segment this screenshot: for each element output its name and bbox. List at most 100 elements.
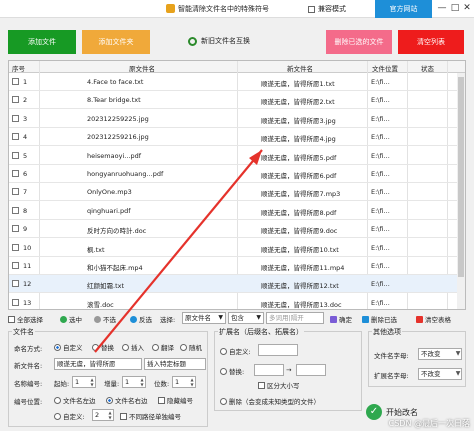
scrollbar-thumb[interactable] (458, 77, 464, 277)
mode-flip-radio[interactable]: 翻译 (152, 342, 174, 352)
compat-checkbox[interactable] (308, 5, 315, 13)
naming-mode-label: 命名方式: (14, 345, 43, 353)
deselect-label: 不选 (103, 316, 116, 324)
cell-location: E:\fi... (371, 206, 390, 215)
cell-new-name: 顺遂无虞，皆得所愿8.pdf (261, 208, 337, 217)
step-stepper[interactable]: 1 ▲ ▼ (122, 376, 146, 388)
ext-find-input[interactable] (254, 364, 284, 376)
digits-stepper[interactable]: 1 ▲ ▼ (172, 376, 196, 388)
table-row[interactable]: 12 红颜如霜.txt 顺遂无虞，皆得所愿12.txt E:\fi... (9, 275, 465, 294)
compat-label: 兼容模式 (318, 5, 346, 13)
table-row[interactable]: 9 反时方向の時計.doc 顺遂无虞，皆得所愿9.doc E:\fi... (9, 220, 465, 239)
table-row[interactable]: 8 qinghuari.pdf 顺遂无虞，皆得所愿8.pdf E:\fi... (9, 202, 465, 220)
compat-mode-toggle[interactable]: 兼容模式 (308, 4, 346, 14)
confirm-button[interactable]: 确定 (330, 314, 352, 324)
table-row[interactable]: 4 202312259216.jpg 顺遂无虞，皆得所愿4.jpg E:\fi... (9, 128, 465, 147)
table-row[interactable]: 7 OnlyOne.mp3 顺遂无虞，皆得所愿7.mp3 E:\fi... (9, 183, 465, 202)
select-all-checkbox[interactable] (8, 315, 15, 323)
select-all-label: 全部选择 (17, 316, 43, 324)
table-row[interactable]: 6 hongyanruohuang...pdf 顺遂无虞，皆得所愿6.pdf E:\f… (9, 165, 465, 183)
cell-new-name: 顺遂无虞，皆得所愿3.jpg (261, 116, 336, 125)
row-checkbox[interactable] (12, 96, 19, 104)
ext-custom-input[interactable] (258, 344, 298, 356)
title-bar: 智能清除文件名中的特殊符号 兼容模式 官方网站 — □ ✕ (0, 0, 474, 18)
close-icon[interactable]: ✕ (461, 2, 473, 14)
maximize-icon[interactable]: □ (449, 2, 461, 14)
minimize-icon[interactable]: — (436, 2, 448, 14)
clear-table-button[interactable]: 清空表格 (416, 314, 451, 324)
ext-custom-radio[interactable]: 自定义: (220, 346, 251, 356)
cell-orig-name: 反时方向の時計.doc (87, 227, 147, 236)
delete-selected-button[interactable]: 删除已选 (362, 314, 397, 324)
mode-replace-radio[interactable]: 替换 (92, 342, 114, 352)
cell-orig-name: 滚雪.doc (87, 300, 114, 309)
add-folder-button[interactable]: 添加文件夹 (82, 30, 150, 54)
start-stepper[interactable]: 1 ▲ ▼ (72, 376, 96, 388)
start-label: 起始: (54, 380, 70, 388)
step-label: 增量: (104, 380, 120, 388)
ext-replace-radio[interactable]: 替换: (220, 366, 244, 376)
delete-icon (362, 315, 369, 323)
delete-selected-files-button[interactable]: 删除已选的文件 (326, 30, 392, 54)
table-row[interactable]: 2 8.Tear bridge.txt 顺遂无虞，皆得所愿2.txt E:\fi... (9, 91, 465, 110)
select-button[interactable]: 选中 (60, 314, 82, 324)
mode-insert-radio[interactable]: 插入 (122, 342, 144, 352)
cell-new-name: 顺遂无虞，皆得所愿7.mp3 (261, 190, 341, 199)
cell-location: E:\fi... (371, 114, 390, 123)
cell-no: 8 (23, 206, 28, 215)
hide-number-checkbox[interactable]: 隐藏编号 (158, 395, 193, 405)
pos-right-radio[interactable]: 文件名右边 (106, 395, 148, 405)
mode-custom-radio[interactable]: 自定义 (54, 342, 83, 352)
invert-button[interactable]: 反选 (130, 314, 152, 324)
row-checkbox[interactable] (12, 280, 19, 288)
cell-new-name: 顺遂无虞，皆得所愿4.jpg (261, 135, 336, 144)
cell-no: 11 (23, 262, 32, 270)
cell-orig-name: 枫.txt (87, 245, 105, 254)
pos-left-radio[interactable]: 文件名左边 (54, 395, 96, 405)
row-checkbox[interactable] (12, 133, 19, 141)
row-checkbox[interactable] (12, 262, 19, 269)
row-checkbox[interactable] (12, 206, 19, 214)
column-select[interactable]: 原文件名 ▼ (182, 312, 226, 324)
table-row[interactable]: 11 和小猫不起床.mp4 顺遂无虞，皆得所愿11.mp4 E:\fi... (9, 257, 465, 275)
table-row[interactable]: 5 heisemaoyi...pdf 顺遂无虞，皆得所愿5.pdf E:\fi... (9, 147, 465, 165)
filter-icon (330, 315, 337, 323)
row-checkbox[interactable] (12, 243, 19, 251)
row-checkbox[interactable] (12, 188, 19, 196)
cell-no: 9 (23, 225, 28, 234)
row-checkbox[interactable] (12, 170, 19, 177)
table-scrollbar[interactable] (457, 73, 465, 309)
add-file-button[interactable]: 添加文件 (8, 30, 76, 54)
select-label: 选中 (69, 316, 82, 324)
name-case-select[interactable]: 不改变 ▼ (418, 348, 462, 360)
custom-pos-stepper[interactable]: 2 ▲ ▼ (92, 409, 114, 421)
match-select[interactable]: 包含 ▼ (228, 312, 264, 324)
ext-case-select[interactable]: 不改变 ▼ (418, 368, 462, 380)
new-name-input[interactable]: 顺遂无虞，皆得所愿 (54, 358, 142, 370)
row-checkbox[interactable] (12, 114, 19, 122)
ext-delete-radio[interactable]: 删除（会变成未知类型的文件） (220, 396, 320, 406)
insert-title-select[interactable]: 插入特定标题 (144, 358, 206, 370)
table-row[interactable]: 10 枫.txt 顺遂无虞，皆得所愿10.txt E:\fi... (9, 239, 465, 257)
row-checkbox[interactable] (12, 298, 19, 306)
pos-custom-radio[interactable]: 自定义: (54, 411, 85, 421)
select-all-toggle[interactable]: 全部选择 (8, 314, 43, 324)
table-row[interactable]: 3 202312259225.jpg 顺遂无虞，皆得所愿3.jpg E:\fi... (9, 110, 465, 128)
row-checkbox[interactable] (12, 78, 19, 85)
swap-names-button[interactable]: 新旧文件名互换 (188, 36, 250, 46)
case-sensitive-checkbox[interactable]: 区分大小写 (258, 380, 300, 390)
deselect-button[interactable]: 不选 (94, 314, 116, 324)
official-site-button[interactable]: 官方网站 (375, 0, 432, 18)
no-dup-checkbox[interactable]: 不同路径单独编号 (120, 411, 181, 421)
search-input[interactable]: 多词用|隔开 (266, 312, 324, 324)
table-row[interactable]: 1 4.Face to face.txt 顺遂无虞，皆得所愿1.txt E:\fi..… (9, 73, 465, 91)
table-row[interactable]: 13 滚雪.doc 顺遂无虞，皆得所愿13.doc E:\fi... (9, 294, 465, 309)
row-checkbox[interactable] (12, 225, 19, 233)
choose-label: 选择: (160, 316, 176, 324)
ext-replace-input[interactable] (296, 364, 326, 376)
window-title: 智能清除文件名中的特殊符号 (178, 5, 269, 13)
mode-random-radio[interactable]: 随机 (180, 342, 202, 352)
swap-icon (188, 36, 197, 46)
row-checkbox[interactable] (12, 151, 19, 159)
clear-list-button[interactable]: 清空列表 (398, 30, 464, 54)
